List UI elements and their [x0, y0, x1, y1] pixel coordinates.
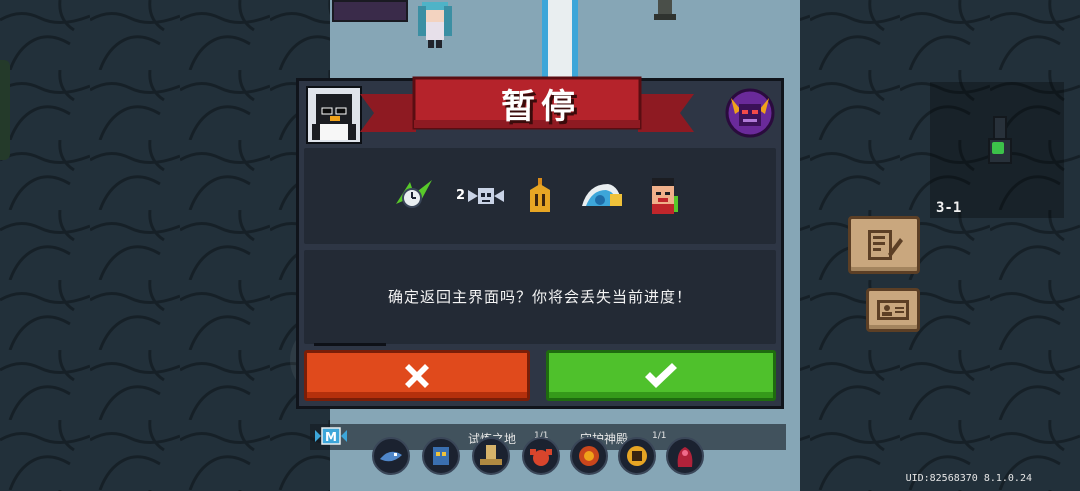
- side-drawer-handle[interactable]: [0, 60, 10, 160]
- uid-version-label: UID:82568370 8.1.0.24: [905, 473, 1032, 484]
- skill-slot-5[interactable]: [570, 437, 608, 475]
- cancel-button[interactable]: [304, 350, 530, 401]
- mode-badge-label: M: [325, 430, 337, 444]
- fish-skill-icon: [380, 451, 402, 462]
- skill-slot-6[interactable]: [618, 437, 656, 475]
- statue-icon: [654, 0, 676, 20]
- skill-slot-7[interactable]: [666, 437, 704, 475]
- profile-button[interactable]: [866, 288, 920, 332]
- level-indicator: 3-1: [936, 200, 962, 216]
- spartan-helmet-buff-icon: [530, 178, 550, 212]
- buff-wave-shell[interactable]: [580, 176, 624, 216]
- player-marker-icon: [992, 142, 1004, 154]
- task-temple-count: 1/1: [652, 431, 667, 441]
- notes-button[interactable]: [848, 216, 920, 274]
- boss-emblem: [724, 86, 776, 140]
- mode-badge-icon[interactable]: M: [314, 426, 348, 446]
- crab-skill-icon: [530, 449, 552, 466]
- confirm-message: 确定返回主界面吗？你将会丢失当前进度！: [387, 288, 692, 306]
- pause-title: 暂停: [501, 86, 581, 127]
- check-icon: [645, 362, 677, 388]
- cross-icon: [405, 363, 429, 388]
- penguin-avatar-icon: [308, 88, 360, 142]
- fire-orb-skill-icon: [579, 446, 599, 466]
- wave-shell-buff-icon: [582, 184, 622, 206]
- buff-spartan-helmet[interactable]: [518, 176, 562, 216]
- mask-skill-icon: [433, 447, 449, 465]
- tentacle-skill-icon: [677, 447, 693, 467]
- skill-slot-1[interactable]: [372, 437, 410, 475]
- floor-carpet: [548, 0, 572, 80]
- message-scrollbar[interactable]: [314, 343, 386, 346]
- gear-fist-skill-icon: [627, 446, 647, 466]
- speed-clock-buff-icon: [396, 180, 432, 208]
- confirm-button[interactable]: [546, 350, 776, 401]
- rage-character-buff-icon: [652, 178, 678, 214]
- demon-boss-icon: [725, 88, 775, 138]
- minimap-corridor: [993, 116, 1007, 140]
- hat-skill-icon: [480, 445, 502, 465]
- character-portrait: [306, 86, 362, 144]
- skill-slot-2[interactable]: [422, 437, 460, 475]
- skill-slot-3[interactable]: [472, 437, 510, 475]
- notes-icon: [868, 230, 903, 260]
- buff-rage-character[interactable]: [642, 176, 686, 216]
- buff-winged-skull[interactable]: [464, 176, 508, 216]
- shop-terminal: [332, 0, 408, 22]
- winged-skull-buff-icon: [468, 188, 504, 204]
- id-card-icon: [877, 300, 909, 320]
- blue-haired-npc-icon: [418, 2, 452, 48]
- skill-slot-4[interactable]: [522, 437, 560, 475]
- buff-speed-clock[interactable]: [392, 176, 436, 216]
